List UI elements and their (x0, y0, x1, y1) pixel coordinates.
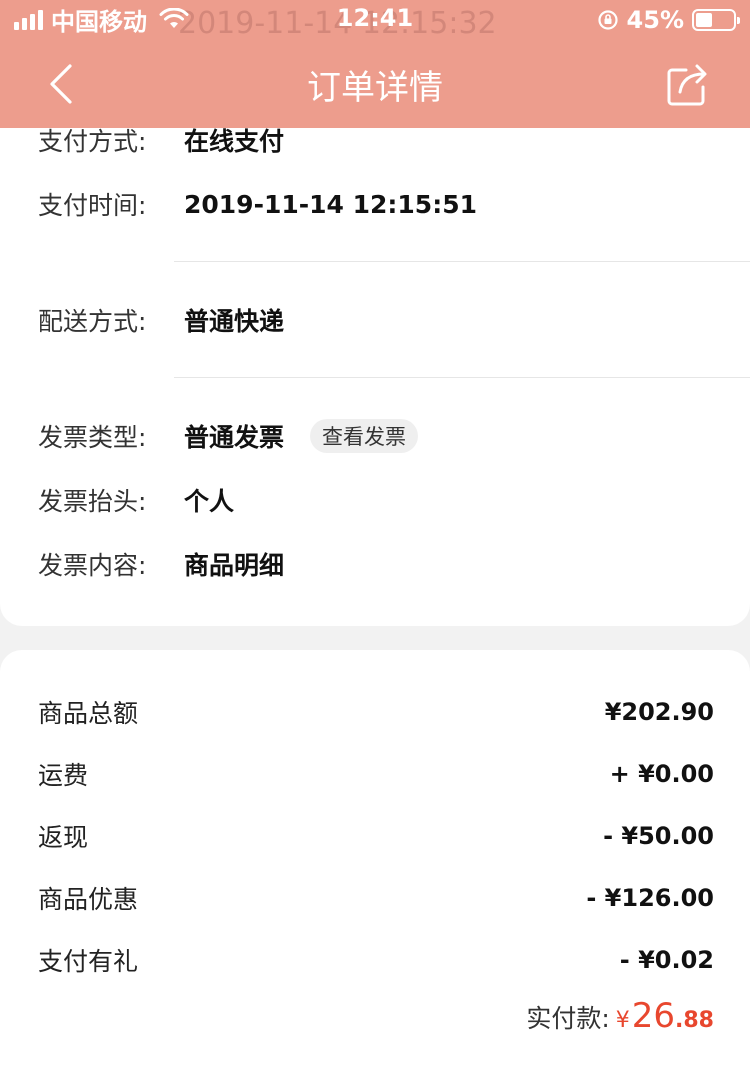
invoice-content-label: 发票内容: (38, 551, 147, 580)
payment-gift-row: 支付有礼 - ¥0.02 (38, 940, 714, 980)
share-icon[interactable] (666, 60, 710, 108)
payment-time-value: 2019-11-14 12:15:51 (184, 189, 477, 219)
actual-payment-currency: ¥ (615, 1008, 630, 1033)
delivery-method-value: 普通快递 (184, 307, 285, 336)
amount-value: ¥202.90 (604, 698, 714, 726)
amount-value: + ¥0.00 (609, 760, 714, 788)
nav-bar: 订单详情 (0, 44, 750, 128)
divider (174, 377, 750, 378)
rotation-lock-icon (597, 10, 618, 30)
amount-value: - ¥50.00 (603, 822, 714, 850)
amount-label: 支付有礼 (38, 947, 139, 976)
invoice-title-label: 发票抬头: (38, 487, 147, 516)
amount-summary-card: 商品总额 ¥202.90 运费 + ¥0.00 返现 - ¥50.00 商品优惠… (0, 650, 750, 1084)
cashback-row: 返现 - ¥50.00 (38, 816, 714, 856)
invoice-content-row: 发票内容: 商品明细 (38, 544, 284, 584)
payment-time-label: 支付时间: (38, 191, 147, 220)
page-title: 订单详情 (307, 68, 443, 108)
divider (174, 261, 750, 262)
status-bar: 2019-11-14 12:15:32 中国移动 12:41 45% (0, 0, 750, 41)
invoice-title-value: 个人 (184, 487, 235, 516)
amount-label: 商品总额 (38, 699, 139, 728)
actual-payment-decimal: .88 (675, 1008, 714, 1033)
payment-time-row: 支付时间: 2019-11-14 12:15:51 (38, 184, 477, 224)
delivery-method-row: 配送方式: 普通快递 (38, 300, 284, 340)
status-right: 45% (597, 6, 740, 34)
amount-value: - ¥0.02 (619, 946, 714, 974)
amount-label: 商品优惠 (38, 885, 139, 914)
actual-payment: 实付款: ¥ 26 .88 (526, 996, 714, 1036)
actual-payment-label: 实付款: (526, 1004, 610, 1033)
actual-payment-integer: 26 (631, 996, 676, 1036)
header: 2019-11-14 12:15:32 中国移动 12:41 45% 订单详情 (0, 0, 750, 128)
invoice-type-row: 发票类型: 普通发票 查看发票 (38, 416, 419, 456)
invoice-type-value: 普通发票 (184, 423, 285, 452)
amount-label: 返现 (38, 823, 89, 852)
battery-percent: 45% (626, 6, 684, 34)
battery-icon (692, 9, 740, 31)
shipping-fee-row: 运费 + ¥0.00 (38, 754, 714, 794)
amount-value: - ¥126.00 (586, 884, 714, 912)
goods-total-row: 商品总额 ¥202.90 (38, 692, 714, 732)
invoice-type-label: 发票类型: (38, 423, 147, 452)
amount-label: 运费 (38, 761, 89, 790)
goods-discount-row: 商品优惠 - ¥126.00 (38, 878, 714, 918)
invoice-content-value: 商品明细 (184, 551, 285, 580)
invoice-title-row: 发票抬头: 个人 (38, 480, 234, 520)
delivery-method-label: 配送方式: (38, 307, 147, 336)
view-invoice-button[interactable]: 查看发票 (310, 419, 419, 453)
